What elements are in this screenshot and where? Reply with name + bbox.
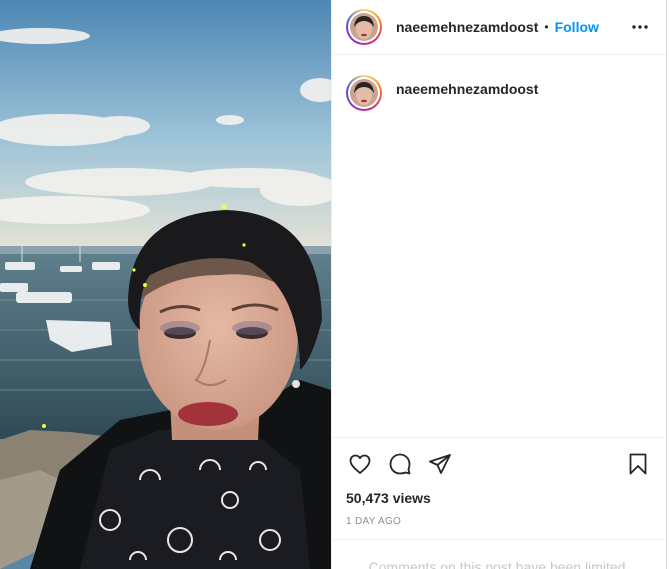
instagram-post: naeemehnezamdoost • Follow naeemehnezamd… [0,0,669,569]
more-options-icon[interactable] [628,15,652,39]
post-video[interactable] [0,0,331,569]
action-icons-row [346,438,652,490]
avatar-border [348,11,380,43]
avatar-image [350,13,378,41]
avatar[interactable] [346,9,382,45]
separator-dot: • [544,20,549,34]
views-count[interactable]: 50,473 views [346,490,652,506]
video-frame [0,0,331,569]
follow-button[interactable]: Follow [555,19,599,35]
post-side-panel: naeemehnezamdoost • Follow naeemehnezamd… [331,0,667,569]
paper-plane-icon[interactable] [426,450,454,478]
post-header: naeemehnezamdoost • Follow [332,0,666,55]
caption-username[interactable]: naeemehnezamdoost [396,81,538,97]
heart-icon[interactable] [346,450,374,478]
post-actions: 50,473 views 1 DAY AGO [332,437,666,539]
post-caption: naeemehnezamdoost [332,55,666,437]
caption-avatar[interactable] [346,75,382,111]
comment-icon[interactable] [386,450,414,478]
comments-limited-notice: Comments on this post have been limited. [368,559,630,569]
post-timestamp[interactable]: 1 DAY AGO [346,516,652,527]
comments-section: Comments on this post have been limited. [332,539,666,569]
post-username[interactable]: naeemehnezamdoost [396,19,538,35]
caption-row: naeemehnezamdoost [346,75,652,111]
caption-avatar-image [350,79,378,107]
bookmark-icon[interactable] [624,450,652,478]
caption-avatar-border [348,77,380,109]
